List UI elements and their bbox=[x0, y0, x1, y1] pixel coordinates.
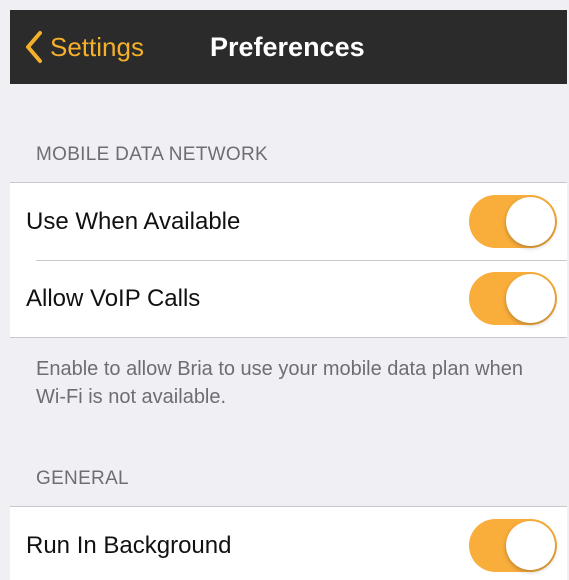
back-button-label: Settings bbox=[50, 31, 144, 62]
row-use-when-available: Use When Available bbox=[10, 183, 567, 260]
allow-voip-calls-toggle[interactable] bbox=[469, 272, 557, 325]
toggle-knob bbox=[506, 521, 555, 570]
general-group: Run In Background bbox=[10, 506, 567, 580]
chevron-left-icon bbox=[26, 31, 42, 63]
run-in-background-toggle[interactable] bbox=[469, 519, 557, 572]
toggle-knob bbox=[506, 197, 555, 246]
row-label: Allow VoIP Calls bbox=[26, 285, 201, 312]
row-label: Use When Available bbox=[26, 208, 241, 235]
row-allow-voip-calls: Allow VoIP Calls bbox=[10, 260, 567, 337]
back-button[interactable]: Settings bbox=[10, 10, 144, 84]
section-header-mobile-data: MOBILE DATA NETWORK bbox=[36, 144, 268, 165]
navigation-bar: Settings Preferences bbox=[10, 10, 567, 84]
row-label: Run In Background bbox=[26, 532, 232, 559]
mobile-data-footer-note: Enable to allow Bria to use your mobile … bbox=[36, 358, 523, 408]
row-run-in-background: Run In Background bbox=[10, 507, 567, 580]
toggle-knob bbox=[506, 274, 555, 323]
preferences-screen: Settings Preferences MOBILE DATA NETWORK… bbox=[0, 0, 569, 580]
use-when-available-toggle[interactable] bbox=[469, 195, 557, 248]
section-header-general: GENERAL bbox=[36, 468, 129, 489]
mobile-data-group: Use When Available Allow VoIP Calls bbox=[10, 182, 567, 338]
page-title: Preferences bbox=[210, 32, 365, 62]
